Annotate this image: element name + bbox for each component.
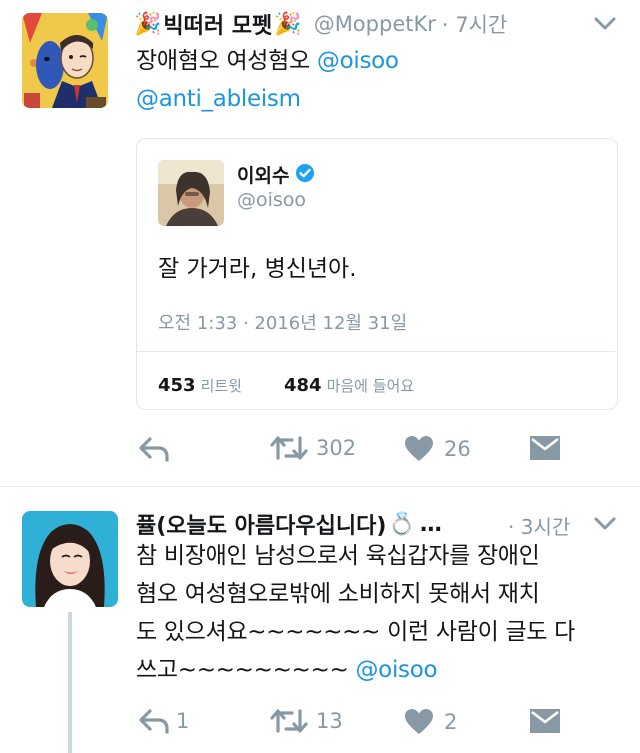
quoted-display-name[interactable]: 이외수 (237, 161, 289, 188)
timestamp[interactable]: · 7시간 (442, 9, 507, 39)
quoted-retweet-count[interactable]: 453 (158, 375, 196, 396)
ring-emoji-icon: 💍 (388, 511, 416, 537)
quoted-avatar[interactable] (158, 160, 224, 226)
tweet-text-line: 참 비장애인 남성으로서 육십갑자를 장애인 (136, 543, 540, 569)
envelope-icon (530, 436, 560, 460)
retweet-button[interactable]: 13 (270, 707, 343, 735)
cartoon-portrait-icon (22, 13, 108, 108)
tweet-text-line: 혐오 여성혐오로밖에 소비하지 못해서 재치 (136, 581, 540, 607)
tweet-text-line: 쓰고~~~~~~~~~ (136, 657, 356, 683)
tweet-text-plain: 장애혐오 여성혐오 (136, 48, 317, 74)
profile-photo-icon (22, 511, 118, 607)
direct-message-button[interactable] (530, 436, 560, 460)
reply-icon (139, 709, 169, 734)
heart-icon (405, 709, 433, 734)
reply-count: 1 (176, 709, 190, 733)
reply-icon (139, 437, 169, 462)
chevron-down-icon[interactable] (594, 516, 616, 536)
display-name[interactable]: 빅떠러 모펫 (163, 8, 272, 40)
retweet-count: 302 (316, 436, 357, 460)
quoted-retweet-label[interactable]: 리트윗 (201, 375, 242, 396)
quoted-stats: 453 리트윗 484 마음에 들어요 (158, 375, 414, 396)
quoted-divider (137, 351, 615, 352)
name-ellipsis: … (419, 511, 442, 537)
retweet-count: 13 (316, 709, 343, 733)
quoted-like-count[interactable]: 484 (284, 375, 322, 396)
portrait-photo-icon (158, 160, 224, 226)
avatar-pyul[interactable] (22, 511, 118, 607)
retweet-icon (270, 709, 308, 733)
avatar-moppet[interactable] (22, 13, 108, 108)
like-button[interactable]: 26 (404, 435, 471, 462)
quoted-text: 잘 가거라, 병신년아. (158, 256, 357, 282)
tweet-text: 장애혐오 여성혐오 @oisoo @anti_ableism (136, 42, 616, 118)
quoted-tweet-card[interactable]: 이외수 @oisoo 잘 가거라, 병신년아. 오전 1:33 · 2016년 … (136, 138, 618, 410)
reply-button[interactable]: 1 (138, 708, 189, 734)
display-name[interactable]: 퓰(오늘도 아름다우십니다) (136, 508, 386, 540)
handle[interactable]: @MoppetKr (314, 12, 436, 36)
quoted-timestamp[interactable]: 오전 1:33 · 2016년 12월 31일 (158, 309, 407, 335)
direct-message-button[interactable] (530, 709, 560, 733)
like-count: 2 (444, 709, 458, 734)
retweet-button[interactable]: 302 (270, 434, 356, 462)
quoted-name-row: 이외수 (237, 161, 315, 188)
tweet-text-line: 도 있으셔요~~~~~~~ 이런 사람이 글도 다 (136, 619, 576, 645)
chevron-down-icon[interactable] (594, 16, 616, 36)
mention-oisoo[interactable]: @oisoo (317, 48, 399, 74)
like-button[interactable]: 2 (404, 708, 457, 735)
verified-badge-icon (295, 163, 315, 187)
timestamp[interactable]: · 3시간 (508, 511, 570, 540)
mention-oisoo[interactable]: @oisoo (355, 657, 437, 683)
tweet-text: 참 비장애인 남성으로서 육십갑자를 장애인 혐오 여성혐오로밖에 소비하지 못… (136, 537, 626, 689)
quoted-like-label[interactable]: 마음에 들어요 (327, 375, 415, 396)
party-emoji-icon: 🎉 (134, 11, 162, 37)
reply-button[interactable] (138, 436, 170, 462)
tweet-header: 🎉 빅떠러 모펫 🎉 @MoppetKr · 7시간 (134, 6, 507, 42)
retweet-icon (270, 436, 308, 460)
envelope-icon (530, 709, 560, 733)
mention-anti-ableism[interactable]: @anti_ableism (136, 86, 301, 112)
tweet-thread-line (68, 612, 72, 753)
tweet-divider (0, 486, 640, 487)
like-count: 26 (444, 436, 471, 461)
heart-icon (405, 436, 433, 461)
quoted-handle[interactable]: @oisoo (237, 189, 306, 211)
party-emoji-icon: 🎉 (274, 11, 302, 37)
